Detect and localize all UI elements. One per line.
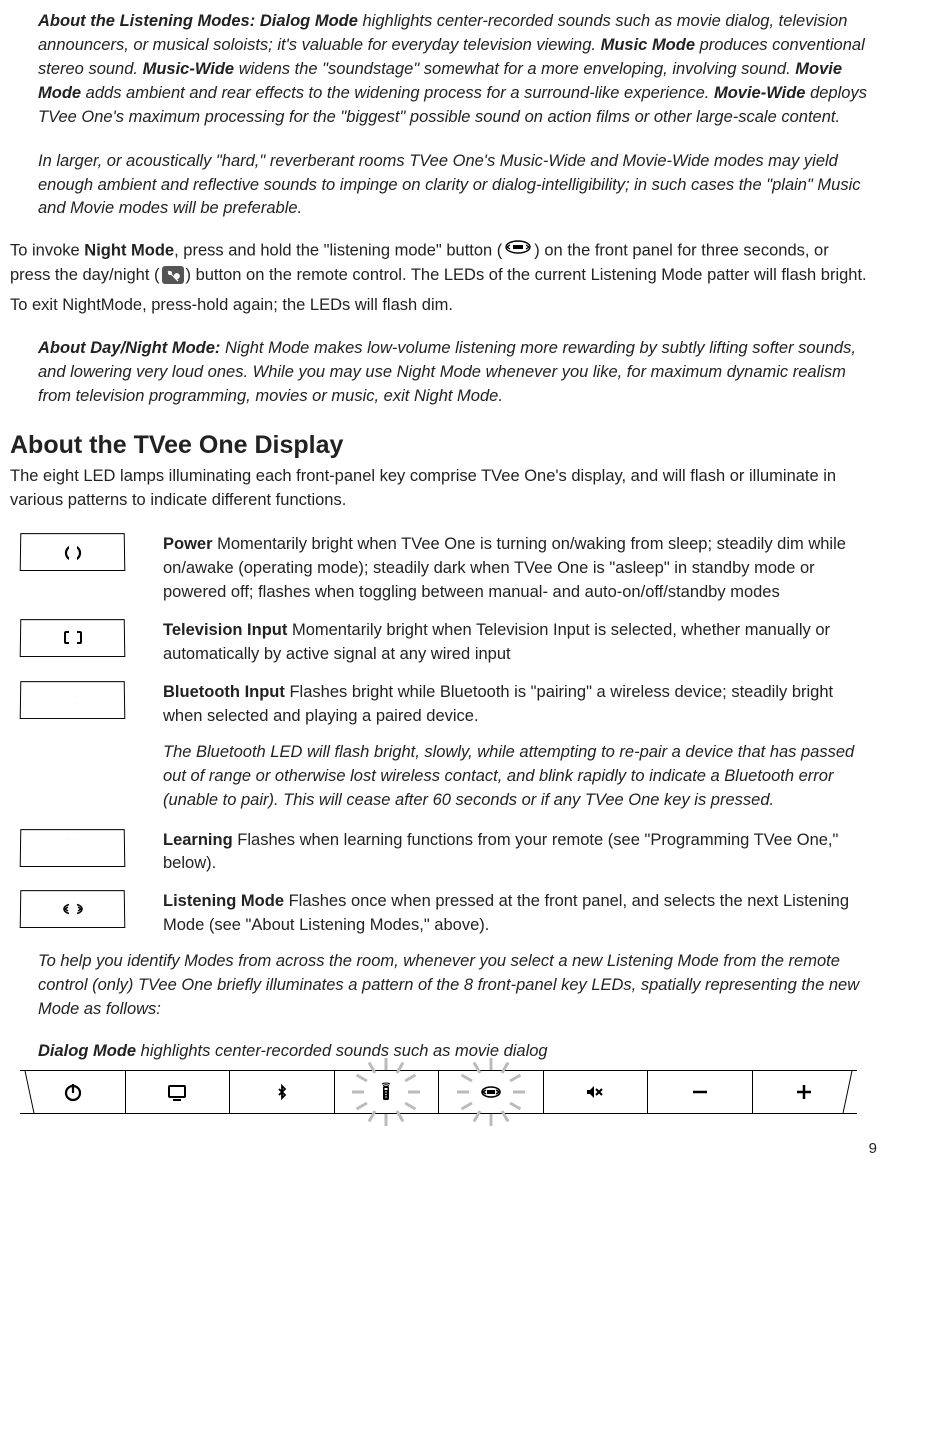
bar-minus — [648, 1071, 753, 1113]
day-night-about-block: About Day/Night Mode: Night Mode makes l… — [38, 337, 867, 409]
bar-mute — [544, 1071, 649, 1113]
bluetooth-icon — [271, 1081, 293, 1103]
dialog-pattern-text: highlights center-recorded sounds such a… — [136, 1042, 548, 1060]
bluetooth-key — [20, 681, 126, 719]
dialog-mode-label: Dialog Mode — [260, 12, 358, 30]
learning-label: Learning — [163, 831, 233, 849]
mode-key — [20, 891, 126, 929]
remote-icon — [375, 1081, 397, 1103]
bar-tv — [126, 1071, 231, 1113]
dialog-pattern-line: Dialog Mode highlights center-recorded s… — [38, 1040, 867, 1064]
key-row-power: Power Momentarily bright when TVee One i… — [10, 533, 867, 605]
day-night-icon — [162, 266, 184, 284]
power-icon — [62, 1081, 84, 1103]
bt-note: The Bluetooth LED will flash bright, slo… — [163, 741, 867, 813]
movie-wide-label: Movie-Wide — [714, 84, 806, 102]
display-heading: About the TVee One Display — [10, 427, 867, 463]
mode-icon — [61, 898, 83, 920]
mode-icon — [480, 1081, 502, 1103]
tv-label: Television Input — [163, 621, 287, 639]
tv-icon — [166, 1081, 188, 1103]
listening-modes-heading: About the Listening Modes: — [38, 12, 260, 30]
tv-icon — [61, 627, 83, 649]
bar-bt — [230, 1071, 335, 1113]
learning-text: Flashes when learning functions from you… — [163, 831, 838, 873]
tv-key — [20, 619, 126, 657]
bar-mode — [439, 1071, 544, 1113]
key-row-mode: Listening Mode Flashes once when pressed… — [10, 890, 867, 938]
music-mode-label: Music Mode — [601, 36, 695, 54]
key-row-tv: Television Input Momentarily bright when… — [10, 619, 867, 667]
power-label: Power — [163, 535, 213, 553]
power-key — [20, 534, 126, 572]
page-number: 9 — [10, 1138, 877, 1160]
night-intro-d: ) button on the remote control. The LEDs… — [186, 266, 867, 284]
pattern-intro: To help you identify Modes from across t… — [38, 950, 867, 1022]
mode-bar — [20, 1070, 857, 1114]
night-mode-invoke: To invoke Night Mode, press and hold the… — [10, 239, 867, 287]
room-note: In larger, or acoustically "hard," rever… — [38, 150, 867, 222]
bluetooth-icon — [61, 689, 83, 711]
mode-label: Listening Mode — [163, 892, 284, 910]
night-mode-exit: To exit NightMode, press-hold again; the… — [10, 294, 867, 318]
listening-modes-block: About the Listening Modes: Dialog Mode h… — [38, 10, 867, 221]
key-row-bt: Bluetooth Input Flashes bright while Blu… — [10, 681, 867, 729]
power-icon — [61, 541, 83, 563]
mute-icon — [584, 1081, 606, 1103]
listening-mode-icon — [504, 239, 532, 263]
bt-label: Bluetooth Input — [163, 683, 285, 701]
day-night-heading: About Day/Night Mode: — [38, 339, 225, 357]
bar-learning — [335, 1071, 440, 1113]
bar-plus — [753, 1071, 857, 1113]
minus-icon — [689, 1081, 711, 1103]
music-wide-label: Music-Wide — [143, 60, 235, 78]
night-intro-a: To invoke — [10, 242, 84, 260]
music-wide-text: widens the "soundstage" somewhat for a m… — [234, 60, 795, 78]
night-mode-label: Night Mode — [84, 242, 174, 260]
remote-icon — [61, 837, 83, 859]
key-row-learning: Learning Flashes when learning functions… — [10, 829, 867, 877]
plus-icon — [793, 1081, 815, 1103]
power-text: Momentarily bright when TVee One is turn… — [163, 535, 846, 601]
night-intro-b: , press and hold the "listening mode" bu… — [174, 242, 502, 260]
learning-key — [20, 829, 126, 867]
bar-power — [21, 1071, 126, 1113]
display-intro: The eight LED lamps illuminating each fr… — [10, 465, 867, 513]
dialog-pattern-label: Dialog Mode — [38, 1042, 136, 1060]
movie-mode-text: adds ambient and rear effects to the wid… — [81, 84, 714, 102]
